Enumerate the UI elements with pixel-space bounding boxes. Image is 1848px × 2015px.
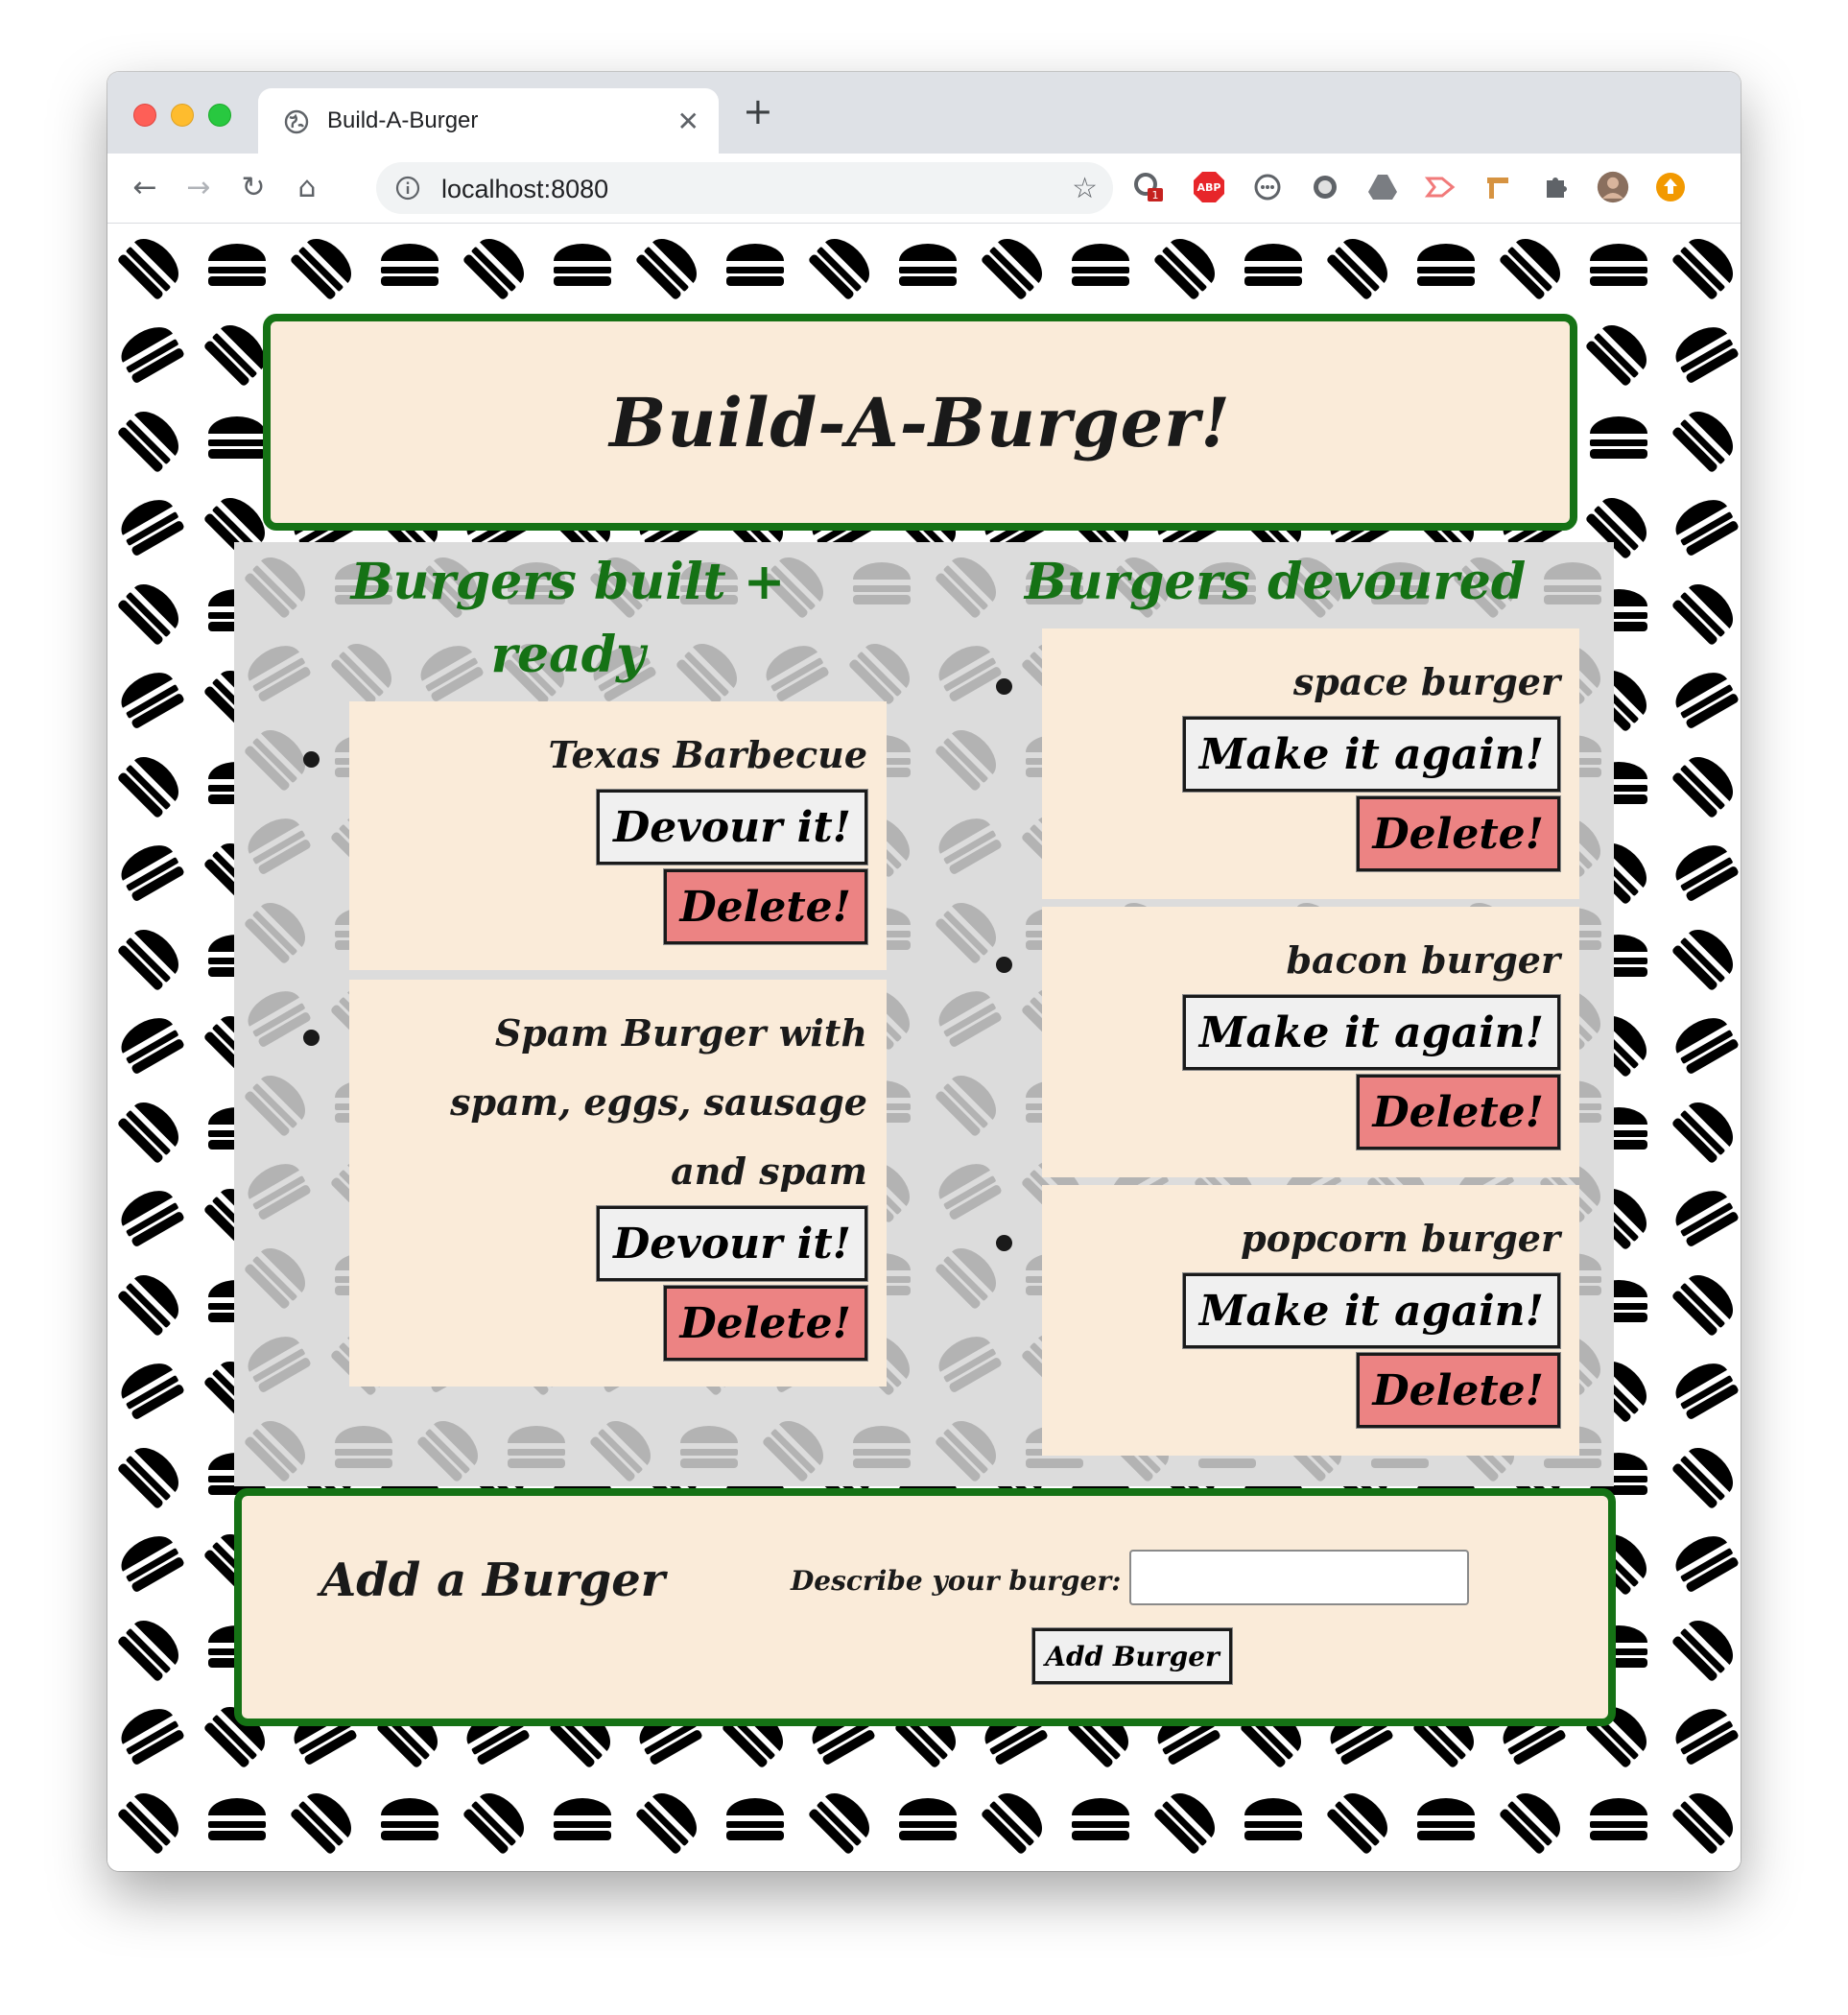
address-bar[interactable]: localhost:8080 ☆ — [376, 162, 1113, 214]
home-icon[interactable]: ⌂ — [291, 171, 323, 204]
burger-description-input[interactable] — [1129, 1550, 1469, 1605]
tab-title: Build-A-Burger — [327, 107, 479, 133]
bookmark-star-icon[interactable]: ☆ — [1072, 172, 1098, 205]
devoured-burger-item: space burger Make it again! Delete! — [1042, 628, 1579, 899]
back-icon[interactable]: ← — [129, 171, 161, 204]
header-banner: Build-A-Burger! — [263, 314, 1577, 531]
close-window-button[interactable] — [133, 104, 156, 127]
burger-lists-panel: Burgers built + ready Texas Barbecue Dev… — [234, 542, 1614, 1486]
circle-extension-icon[interactable] — [1309, 171, 1341, 203]
url-text: localhost:8080 — [441, 175, 609, 203]
devour-button[interactable]: Devour it! — [596, 1205, 868, 1282]
puzzle-icon[interactable] — [1539, 171, 1572, 203]
new-tab-button[interactable]: + — [743, 93, 773, 130]
info-icon[interactable] — [395, 176, 420, 201]
make-again-button[interactable]: Make it again! — [1181, 994, 1562, 1071]
maximize-window-button[interactable] — [208, 104, 231, 127]
devoured-heading: Burgers devoured — [1024, 553, 1527, 611]
devoured-burger-item: bacon burger Make it again! Delete! — [1042, 907, 1579, 1177]
forward-icon[interactable]: → — [182, 171, 215, 204]
page-viewport: Build-A-Burger! Burgers built + ready Te… — [107, 224, 1741, 1871]
devour-button[interactable]: Devour it! — [596, 789, 868, 865]
globe-icon — [284, 109, 309, 134]
drive-icon[interactable] — [1366, 171, 1399, 203]
list-bullet — [996, 1235, 1012, 1251]
delete-button[interactable]: Delete! — [662, 868, 868, 945]
delete-button[interactable]: Delete! — [1355, 1352, 1561, 1429]
browser-toolbar: ← → ↻ ⌂ localhost:8080 ☆ 1 ABP — [107, 154, 1741, 224]
extension-badge-icon[interactable]: 1 — [1132, 171, 1165, 203]
make-again-button[interactable]: Make it again! — [1181, 1272, 1562, 1349]
ready-burger-item: Texas Barbecue Devour it! Delete! — [349, 701, 887, 970]
minimize-window-button[interactable] — [171, 104, 194, 127]
tab-strip: Build-A-Burger ✕ + — [107, 72, 1741, 154]
ruler-extension-icon[interactable] — [1481, 171, 1514, 203]
extension-badge-count: 1 — [1152, 189, 1159, 202]
burger-name: bacon burger — [1286, 938, 1560, 982]
page-title: Build-A-Burger! — [609, 382, 1231, 462]
browser-window: Build-A-Burger ✕ + ← → ↻ ⌂ localhost:808… — [107, 72, 1741, 1871]
devoured-burger-item: popcorn burger Make it again! Delete! — [1042, 1185, 1579, 1456]
ready-heading: Burgers built + ready — [350, 553, 786, 684]
browser-tab[interactable]: Build-A-Burger ✕ — [258, 88, 719, 154]
update-icon[interactable] — [1654, 171, 1687, 203]
add-burger-heading: Add a Burger — [320, 1553, 666, 1607]
list-bullet — [996, 678, 1012, 695]
burger-description-label: Describe your burger: — [791, 1565, 1122, 1597]
list-bullet — [303, 1030, 320, 1046]
delete-button[interactable]: Delete! — [662, 1285, 868, 1362]
burger-name: Spam Burger with spam, eggs, sausage and… — [450, 1011, 867, 1193]
delete-button[interactable]: Delete! — [1355, 795, 1561, 872]
add-burger-button[interactable]: Add Burger — [1031, 1627, 1233, 1685]
make-again-button[interactable]: Make it again! — [1181, 716, 1562, 793]
close-tab-icon[interactable]: ✕ — [677, 106, 699, 137]
chat-extension-icon[interactable] — [1251, 171, 1284, 203]
list-bullet — [303, 751, 320, 768]
delete-button[interactable]: Delete! — [1355, 1074, 1561, 1150]
reload-icon[interactable]: ↻ — [237, 171, 270, 204]
burger-name: Texas Barbecue — [548, 733, 867, 776]
arrow-extension-icon[interactable] — [1424, 171, 1457, 203]
ready-burger-item: Spam Burger with spam, eggs, sausage and… — [349, 980, 887, 1387]
burger-name: popcorn burger — [1241, 1217, 1560, 1260]
burger-name: space burger — [1292, 660, 1560, 703]
adblock-icon[interactable]: ABP — [1193, 171, 1225, 203]
list-bullet — [996, 957, 1012, 973]
abp-label: ABP — [1197, 181, 1221, 194]
avatar[interactable] — [1597, 171, 1629, 203]
add-burger-form: Add a Burger Describe your burger: Add B… — [234, 1488, 1616, 1726]
